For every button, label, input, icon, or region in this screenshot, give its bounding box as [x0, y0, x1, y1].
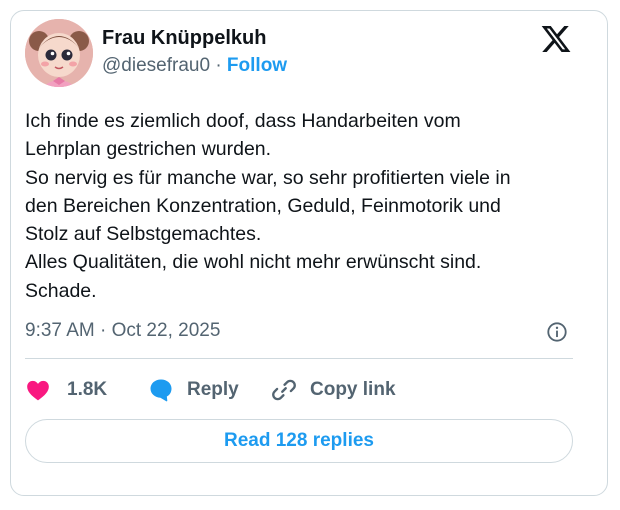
- doll-avatar-icon: [25, 19, 93, 87]
- tweet-text-line: Stolz auf Selbstgemachtes.: [25, 223, 262, 246]
- tweet-text-line: Ich finde es ziemlich doof, dass Handarb…: [25, 110, 461, 132]
- author-display-name[interactable]: Frau Knüppelkuh: [102, 27, 266, 50]
- author-avatar[interactable]: [25, 19, 93, 87]
- read-replies-button[interactable]: Read 128 replies: [25, 419, 573, 463]
- author-handle-row: @diesefrau0 · Follow: [102, 55, 287, 77]
- tweet-text-line: Alles Qualitäten, die wohl nicht mehr er…: [25, 251, 482, 274]
- tweet-text-line: Lehrplan gestrichen wurden.: [25, 138, 272, 161]
- info-icon[interactable]: [546, 321, 568, 343]
- x-logo-icon[interactable]: [540, 23, 572, 55]
- tweet-timestamp[interactable]: 9:37 AM · Oct 22, 2025: [25, 320, 220, 342]
- reply-button[interactable]: Reply: [147, 373, 239, 407]
- copy-link-button[interactable]: Copy link: [270, 373, 396, 407]
- reply-bubble-icon: [150, 379, 172, 402]
- tweet-text: Ich finde es ziemlich doof, dass Handarb…: [25, 107, 573, 305]
- handle-separator: ·: [215, 55, 222, 76]
- actions-divider: [25, 358, 573, 359]
- heart-icon: [27, 380, 49, 401]
- reply-label: Reply: [187, 379, 239, 400]
- copy-link-label: Copy link: [310, 379, 396, 400]
- like-count: 1.8K: [67, 379, 108, 400]
- tweet-text-line: Schade.: [25, 279, 97, 302]
- follow-button[interactable]: Follow: [227, 55, 287, 76]
- like-button[interactable]: 1.8K: [25, 373, 107, 407]
- author-handle[interactable]: @diesefrau0: [102, 55, 210, 76]
- read-replies-label: Read 128 replies: [224, 430, 374, 451]
- tweet-text-line: So nervig es für manche war, so sehr pro…: [25, 166, 511, 189]
- link-icon: [272, 379, 296, 401]
- tweet-text-line: den Bereichen Konzentration, Geduld, Fei…: [25, 194, 501, 217]
